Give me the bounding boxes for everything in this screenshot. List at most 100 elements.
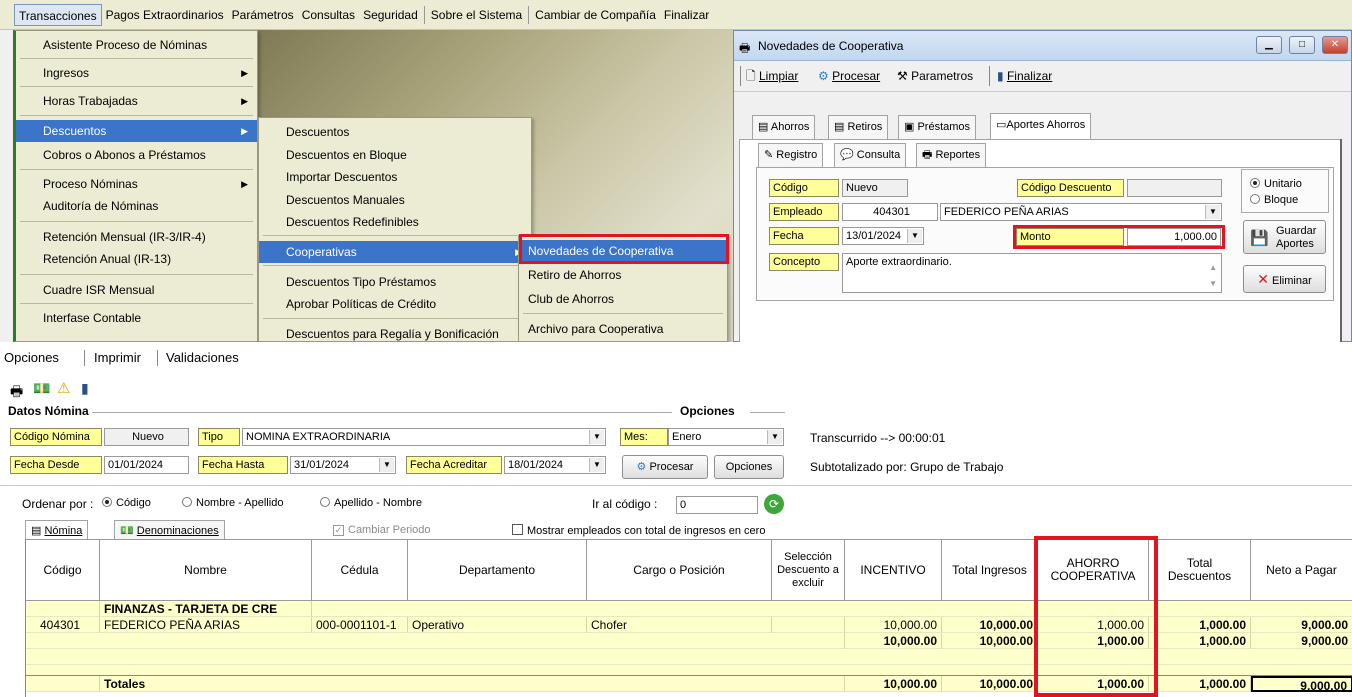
cell (312, 601, 1352, 617)
close-button[interactable]: ✕ (1322, 36, 1348, 54)
menu-item-archivo-cooperativa[interactable]: Archivo para Cooperativa (519, 318, 727, 340)
col-header-departamento[interactable]: Departamento (408, 539, 587, 601)
codigo-descuento-field[interactable] (1127, 179, 1222, 197)
menu-item-cuadre-isr[interactable]: Cuadre ISR Mensual (16, 279, 257, 301)
concepto-textarea[interactable]: Aporte extraordinario. ▲ ▼ (842, 253, 1222, 293)
menu-sobre-el-sistema[interactable]: Sobre el Sistema (427, 4, 526, 26)
menu-item-importar-descuentos[interactable]: Importar Descuentos (259, 166, 531, 188)
radio-dot (102, 497, 112, 507)
tab-aportes-ahorros[interactable]: ▭Aportes Ahorros (990, 113, 1092, 139)
col-header-total-descuentos[interactable]: Total Descuentos (1149, 539, 1251, 601)
aportes-label: Aportes (1276, 238, 1314, 250)
limpiar-button[interactable]: 🗋 Limpiar (746, 65, 798, 87)
tab-retiros[interactable]: ▤ Retiros (828, 115, 889, 139)
menu-finalizar[interactable]: Finalizar (660, 4, 713, 26)
exit-icon[interactable]: ▮ (81, 380, 89, 397)
menu-item-cobros[interactable]: Cobros o Abonos a Préstamos (16, 144, 257, 166)
menu-item-interfase[interactable]: Interfase Contable (16, 307, 257, 329)
minimize-button[interactable]: ▁ (1256, 36, 1282, 54)
col-header-nombre[interactable]: Nombre (100, 539, 312, 601)
procesar-nomina-button[interactable]: ⚙ Procesar (622, 455, 708, 479)
money-icon[interactable]: 💵 (33, 380, 50, 397)
cell (26, 676, 100, 692)
menu-seguridad[interactable]: Seguridad (359, 4, 422, 26)
codigo-field[interactable]: Nuevo (842, 179, 908, 197)
radio-unitario[interactable]: Unitario (1250, 178, 1302, 190)
cambiar-periodo-checkbox[interactable]: ✓ Cambiar Periodo (333, 524, 431, 536)
menu-item-asistente[interactable]: Asistente Proceso de Nóminas (16, 34, 257, 56)
menu-opciones[interactable]: Opciones (4, 350, 59, 365)
menu-validaciones[interactable]: Validaciones (166, 350, 239, 365)
radio-ordenar-codigo[interactable]: Código (102, 497, 151, 509)
menu-pagos-extraordinarios[interactable]: Pagos Extraordinarios (102, 4, 228, 26)
finalizar-button[interactable]: ▮ Finalizar (997, 65, 1052, 87)
menu-item-auditoria[interactable]: Auditoría de Nóminas (16, 195, 257, 217)
menu-item-descuentos-manuales[interactable]: Descuentos Manuales (259, 189, 531, 211)
tab-ahorros[interactable]: ▤ Ahorros (752, 115, 816, 139)
empleado-id-field[interactable]: 404301 (842, 203, 938, 221)
menu-item-descuentos-sub[interactable]: Descuentos (259, 121, 531, 143)
menu-consultas[interactable]: Consultas (298, 4, 359, 26)
col-header-codigo[interactable]: Código (26, 539, 100, 601)
radio-bloque[interactable]: Bloque (1250, 194, 1298, 206)
radio-ordenar-nombre[interactable]: Nombre - Apellido (182, 497, 283, 509)
menu-item-proceso-nominas[interactable]: Proceso Nóminas ▶ (16, 173, 257, 195)
guardar-aportes-button[interactable]: 💾 Guardar Aportes (1243, 220, 1326, 254)
empleado-name-select[interactable]: FEDERICO PEÑA ARIAS ▼ (940, 203, 1222, 221)
menu-item-descuentos[interactable]: Descuentos ▶ (16, 120, 257, 142)
fecha-hasta-picker[interactable]: 31/01/2024 ▼ (290, 456, 396, 474)
codigo-nomina-field[interactable]: Nuevo (104, 428, 189, 446)
document-icon: 🗋 (746, 69, 756, 83)
menu-imprimir[interactable]: Imprimir (94, 350, 141, 365)
cell-total-desc: 1,000.00 (1149, 617, 1251, 633)
menu-item-club-ahorros[interactable]: Club de Ahorros (519, 288, 727, 310)
cell-seleccion[interactable] (772, 617, 845, 633)
menu-item-horas[interactable]: Horas Trabajadas ▶ (16, 90, 257, 112)
col-header-total-ingresos[interactable]: Total Ingresos (942, 539, 1038, 601)
fecha-desde-field[interactable]: 01/01/2024 (104, 456, 189, 474)
tipo-select[interactable]: NOMINA EXTRAORDINARIA ▼ (242, 428, 606, 446)
menu-item-retiro-ahorros[interactable]: Retiro de Ahorros (519, 264, 727, 286)
menu-parametros[interactable]: Parámetros (228, 4, 298, 26)
mostrar-empleados-checkbox[interactable]: Mostrar empleados con total de ingresos … (512, 524, 765, 537)
maximize-button[interactable]: □ (1289, 36, 1315, 54)
fecha-picker[interactable]: 13/01/2024 ▼ (842, 227, 924, 245)
menu-item-descuentos-redefinibles[interactable]: Descuentos Redefinibles (259, 211, 531, 233)
cell-cedula: 000-0001101-1 (312, 617, 408, 633)
printer-icon[interactable]: 🖶 (10, 381, 23, 405)
radio-label: Nombre - Apellido (196, 497, 284, 509)
subtab-consulta[interactable]: 💬 Consulta (834, 143, 907, 167)
opciones-button[interactable]: Opciones (714, 455, 784, 479)
col-header-cedula[interactable]: Cédula (312, 539, 408, 601)
col-header-cargo[interactable]: Cargo o Posición (587, 539, 772, 601)
menu-item-aprobar-politicas[interactable]: Aprobar Políticas de Crédito (259, 293, 531, 315)
menu-item-cooperativas[interactable]: Cooperativas▶ (259, 241, 531, 263)
procesar-button[interactable]: ⚙ Procesar (818, 65, 880, 87)
parametros-button[interactable]: ⚒ Parametros (897, 65, 973, 87)
subtab-reportes[interactable]: 🖶 Reportes (916, 143, 987, 167)
monto-highlight-box (1013, 225, 1225, 249)
tools-icon: ⚒ (897, 69, 908, 83)
menu-cambiar-compania[interactable]: Cambiar de Compañía (531, 4, 660, 26)
col-header-incentivo[interactable]: INCENTIVO (845, 539, 942, 601)
warning-icon[interactable]: ⚠ (57, 379, 70, 397)
menu-item-retencion-anual[interactable]: Retención Anual (IR-13) (16, 248, 257, 270)
ir-al-codigo-field[interactable]: 0 (676, 496, 758, 514)
subtab-registro[interactable]: ✎ Registro (758, 143, 824, 167)
totales-label: Totales (100, 676, 845, 692)
go-icon[interactable]: ⟳ (764, 494, 784, 514)
eliminar-button[interactable]: ✕ Eliminar (1243, 265, 1326, 293)
chevron-down-icon: ▼ (907, 229, 922, 243)
tab-prestamos[interactable]: ▣ Préstamos (898, 115, 977, 139)
radio-ordenar-apellido[interactable]: Apellido - Nombre (320, 497, 422, 509)
menu-transacciones[interactable]: Transacciones (14, 3, 102, 26)
col-header-seleccion[interactable]: Selección Descuento a excluir (772, 539, 845, 601)
menu-item-retencion-mensual[interactable]: Retención Mensual (IR-3/IR-4) (16, 226, 257, 248)
fecha-acreditar-picker[interactable]: 18/01/2024 ▼ (504, 456, 606, 474)
col-header-neto-pagar[interactable]: Neto a Pagar (1251, 539, 1352, 601)
mes-select[interactable]: Enero ▼ (668, 428, 784, 446)
mes-label: Mes: (620, 428, 668, 446)
menu-item-descuentos-bloque[interactable]: Descuentos en Bloque (259, 144, 531, 166)
menu-item-descuentos-prestamos[interactable]: Descuentos Tipo Préstamos (259, 271, 531, 293)
menu-item-ingresos[interactable]: Ingresos ▶ (16, 62, 257, 84)
